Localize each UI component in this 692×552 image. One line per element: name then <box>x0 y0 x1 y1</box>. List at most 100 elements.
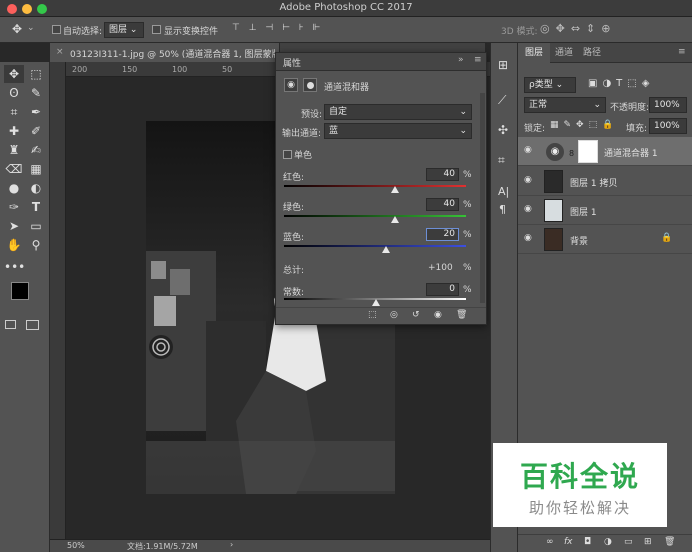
crop-panel-icon[interactable]: ⌗ <box>498 153 505 168</box>
auto-select-dropdown[interactable]: 图层 ⌄ <box>104 22 144 38</box>
auto-select-checkbox[interactable] <box>52 25 61 34</box>
layer-row-selected[interactable]: ◉ ◉ 8 通道混合器 1 <box>518 137 692 166</box>
layer-row[interactable]: ◉ 图层 1 拷贝 <box>518 167 692 196</box>
red-slider-track[interactable] <box>284 185 466 187</box>
layer-row[interactable]: ◉ 背景 🔒 <box>518 225 692 254</box>
constant-unit: % <box>463 285 472 295</box>
blue-value-input[interactable]: 20 <box>426 228 459 241</box>
paragraph-icon[interactable]: ¶ <box>499 203 506 216</box>
shape-tool-icon[interactable]: ▭ <box>26 217 46 235</box>
zoom-level[interactable]: 50% <box>67 541 85 550</box>
move-tool-icon[interactable]: ✥ <box>4 65 24 83</box>
tab-layers[interactable]: 图层 <box>518 43 550 63</box>
link-icon[interactable]: 8 <box>569 149 574 158</box>
eraser-tool-icon[interactable]: ⌫ <box>4 160 24 178</box>
history-brush-tool-icon[interactable]: ✍ <box>26 141 46 159</box>
gradient-tool-icon[interactable]: ▦ <box>26 160 46 178</box>
adjustments-icon[interactable]: ⊞ <box>498 58 508 72</box>
move-tool-icon[interactable]: ✥ <box>12 22 22 36</box>
hand-tool-icon[interactable]: ✋ <box>4 236 24 254</box>
title-bar: Adobe Photoshop CC 2017 <box>0 0 692 17</box>
constant-label: 常数: <box>283 288 305 298</box>
blend-mode-dropdown[interactable]: 正常 ⌄ <box>524 97 606 113</box>
more-tools-icon[interactable]: ••• <box>4 258 25 276</box>
screen-mode-icon[interactable] <box>26 320 39 330</box>
filter-icons[interactable]: ▣◑T⬚◈ <box>588 78 654 89</box>
status-menu-icon[interactable]: › <box>230 540 233 549</box>
delete-layer-icon[interactable]: 🗑 <box>664 537 675 547</box>
layer-thumbnail <box>544 199 563 222</box>
crop-tool-icon[interactable]: ⌗ <box>4 103 24 121</box>
green-slider-track[interactable] <box>284 215 466 217</box>
monochrome-checkbox[interactable] <box>283 150 292 159</box>
blur-tool-icon[interactable]: ● <box>4 179 24 197</box>
quick-select-tool-icon[interactable]: ✎ <box>26 84 46 102</box>
constant-value-input[interactable]: 0 <box>426 283 459 296</box>
visibility-eye-icon[interactable]: ◉ <box>524 234 536 243</box>
add-mask-icon[interactable]: ◘ <box>584 537 591 547</box>
collapse-icon[interactable]: » <box>458 55 464 65</box>
blue-slider-track[interactable] <box>284 245 466 247</box>
watermark-title: 百科全说 <box>519 460 640 493</box>
healing-tool-icon[interactable]: ✚ <box>4 122 24 140</box>
properties-scrollbar[interactable] <box>480 93 485 303</box>
blue-slider-thumb[interactable] <box>382 246 390 253</box>
3d-mode-icons[interactable]: ◎✥⇔⇕⊕ <box>540 22 616 35</box>
eyedropper-tool-icon[interactable]: ✒ <box>26 103 46 121</box>
layer-mask-thumbnail[interactable] <box>578 140 598 163</box>
visibility-eye-icon[interactable]: ◉ <box>524 176 536 185</box>
channel-mixer-icon[interactable]: ◉ <box>284 78 298 92</box>
red-slider-thumb[interactable] <box>391 186 399 193</box>
path-select-tool-icon[interactable]: ➤ <box>4 217 24 235</box>
ruler-mark: 200 <box>72 65 88 74</box>
layers-footer: ∞ fx ◘ ◑ ▭ ⊞ 🗑 <box>518 534 692 552</box>
brush-tool-icon[interactable]: ✐ <box>26 122 46 140</box>
type-tool-icon[interactable]: T <box>26 198 46 216</box>
tab-paths[interactable]: 路径 <box>578 43 606 63</box>
puzzle-icon[interactable]: ✣ <box>498 123 508 137</box>
constant-slider-thumb[interactable] <box>372 299 380 306</box>
new-group-icon[interactable]: ▭ <box>624 537 633 547</box>
visibility-icon[interactable]: ◉ <box>434 310 442 320</box>
curves-icon[interactable]: ⟋ <box>498 93 506 108</box>
output-channel-dropdown[interactable]: 蓝 ⌄ <box>324 123 472 139</box>
dodge-tool-icon[interactable]: ◐ <box>26 179 46 197</box>
green-value-input[interactable]: 40 <box>426 198 459 211</box>
filter-kind-dropdown[interactable]: ρ类型 ⌄ <box>524 77 576 93</box>
lasso-tool-icon[interactable]: ʘ <box>4 84 24 102</box>
panel-menu-icon[interactable]: ≡ <box>678 47 686 57</box>
panel-menu-icon[interactable]: ≡ <box>474 55 482 65</box>
mask-icon[interactable] <box>303 78 317 92</box>
delete-icon[interactable]: 🗑 <box>456 310 467 320</box>
foreground-color-swatch[interactable] <box>11 282 29 300</box>
green-slider-thumb[interactable] <box>391 216 399 223</box>
fill-input[interactable]: 100% <box>649 118 687 134</box>
visibility-eye-icon[interactable]: ◉ <box>524 146 536 155</box>
zoom-tool-icon[interactable]: ⚲ <box>26 236 46 254</box>
layer-row[interactable]: ◉ 图层 1 <box>518 196 692 225</box>
visibility-eye-icon[interactable]: ◉ <box>524 205 536 214</box>
fx-icon[interactable]: fx <box>564 537 573 547</box>
reset-icon[interactable]: ↺ <box>412 310 420 320</box>
layer-thumbnail <box>544 170 563 193</box>
link-layers-icon[interactable]: ∞ <box>546 537 554 547</box>
preset-dropdown[interactable]: 自定 ⌄ <box>324 104 472 120</box>
pen-tool-icon[interactable]: ✑ <box>4 198 24 216</box>
tab-channels[interactable]: 通道 <box>550 43 578 63</box>
close-tab-icon[interactable]: × <box>56 47 64 57</box>
chevron-down-icon[interactable]: ⌄ <box>27 23 35 33</box>
lock-icons[interactable]: ▦✎✥⬚🔒 <box>550 120 618 130</box>
red-value-input[interactable]: 40 <box>426 168 459 181</box>
stamp-tool-icon[interactable]: ♜ <box>4 141 24 159</box>
document-tab[interactable]: × 03123I311-1.jpg @ 50% (通道混合器 1, 图层蒙版/8… <box>50 43 280 62</box>
view-previous-icon[interactable]: ◎ <box>390 310 398 320</box>
opacity-input[interactable]: 100% <box>649 97 687 113</box>
new-layer-icon[interactable]: ⊞ <box>644 537 652 547</box>
show-transform-checkbox[interactable] <box>152 25 161 34</box>
character-icon[interactable]: A| <box>498 185 509 198</box>
marquee-tool-icon[interactable]: ⬚ <box>26 65 46 83</box>
quick-mask-icon[interactable] <box>5 320 16 329</box>
new-adjustment-icon[interactable]: ◑ <box>604 537 612 547</box>
align-icons[interactable]: ⊤ ⊥ ⊣ ⊢ ⊦ ⊩ <box>232 23 323 33</box>
clip-to-layer-icon[interactable]: ⬚ <box>368 310 377 320</box>
